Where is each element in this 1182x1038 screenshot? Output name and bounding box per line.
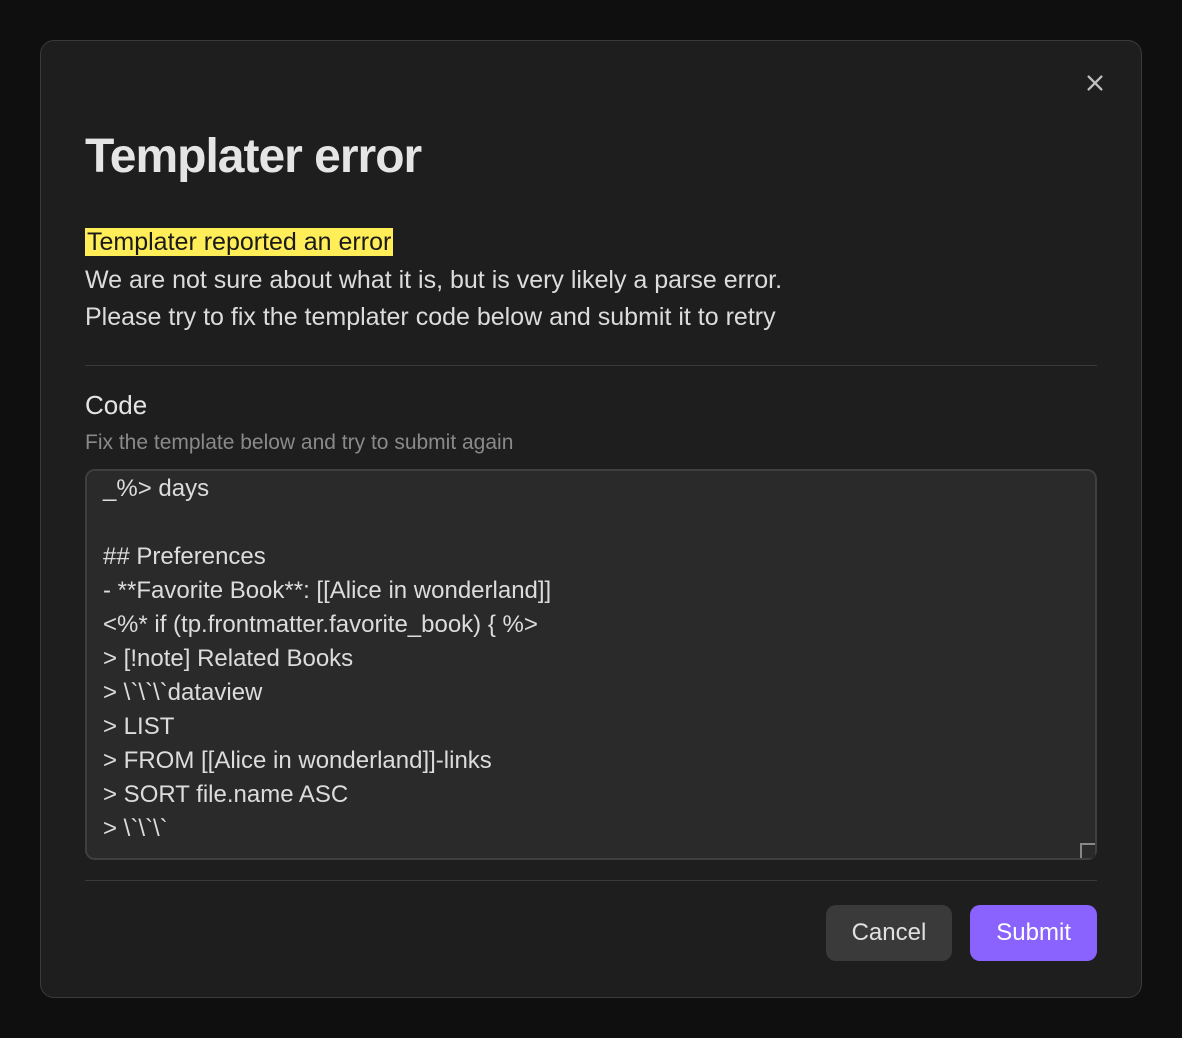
code-section-sublabel: Fix the template below and try to submit… bbox=[85, 431, 1097, 455]
submit-button[interactable]: Submit bbox=[970, 905, 1097, 961]
template-code-input[interactable] bbox=[85, 469, 1097, 861]
cancel-button[interactable]: Cancel bbox=[826, 905, 953, 961]
error-highlight: Templater reported an error bbox=[85, 228, 393, 256]
modal-title: Templater error bbox=[85, 129, 1097, 184]
close-icon bbox=[1084, 72, 1106, 94]
description-line-3: Please try to fix the templater code bel… bbox=[85, 303, 776, 331]
code-section-label: Code bbox=[85, 390, 1097, 421]
modal-description: Templater reported an error We are not s… bbox=[85, 224, 1097, 337]
divider-bottom bbox=[85, 880, 1097, 881]
error-modal: Templater error Templater reported an er… bbox=[40, 40, 1142, 998]
description-line-2: We are not sure about what it is, but is… bbox=[85, 266, 782, 294]
modal-footer: Cancel Submit bbox=[85, 905, 1097, 961]
divider-top bbox=[85, 365, 1097, 366]
close-button[interactable] bbox=[1077, 65, 1113, 101]
